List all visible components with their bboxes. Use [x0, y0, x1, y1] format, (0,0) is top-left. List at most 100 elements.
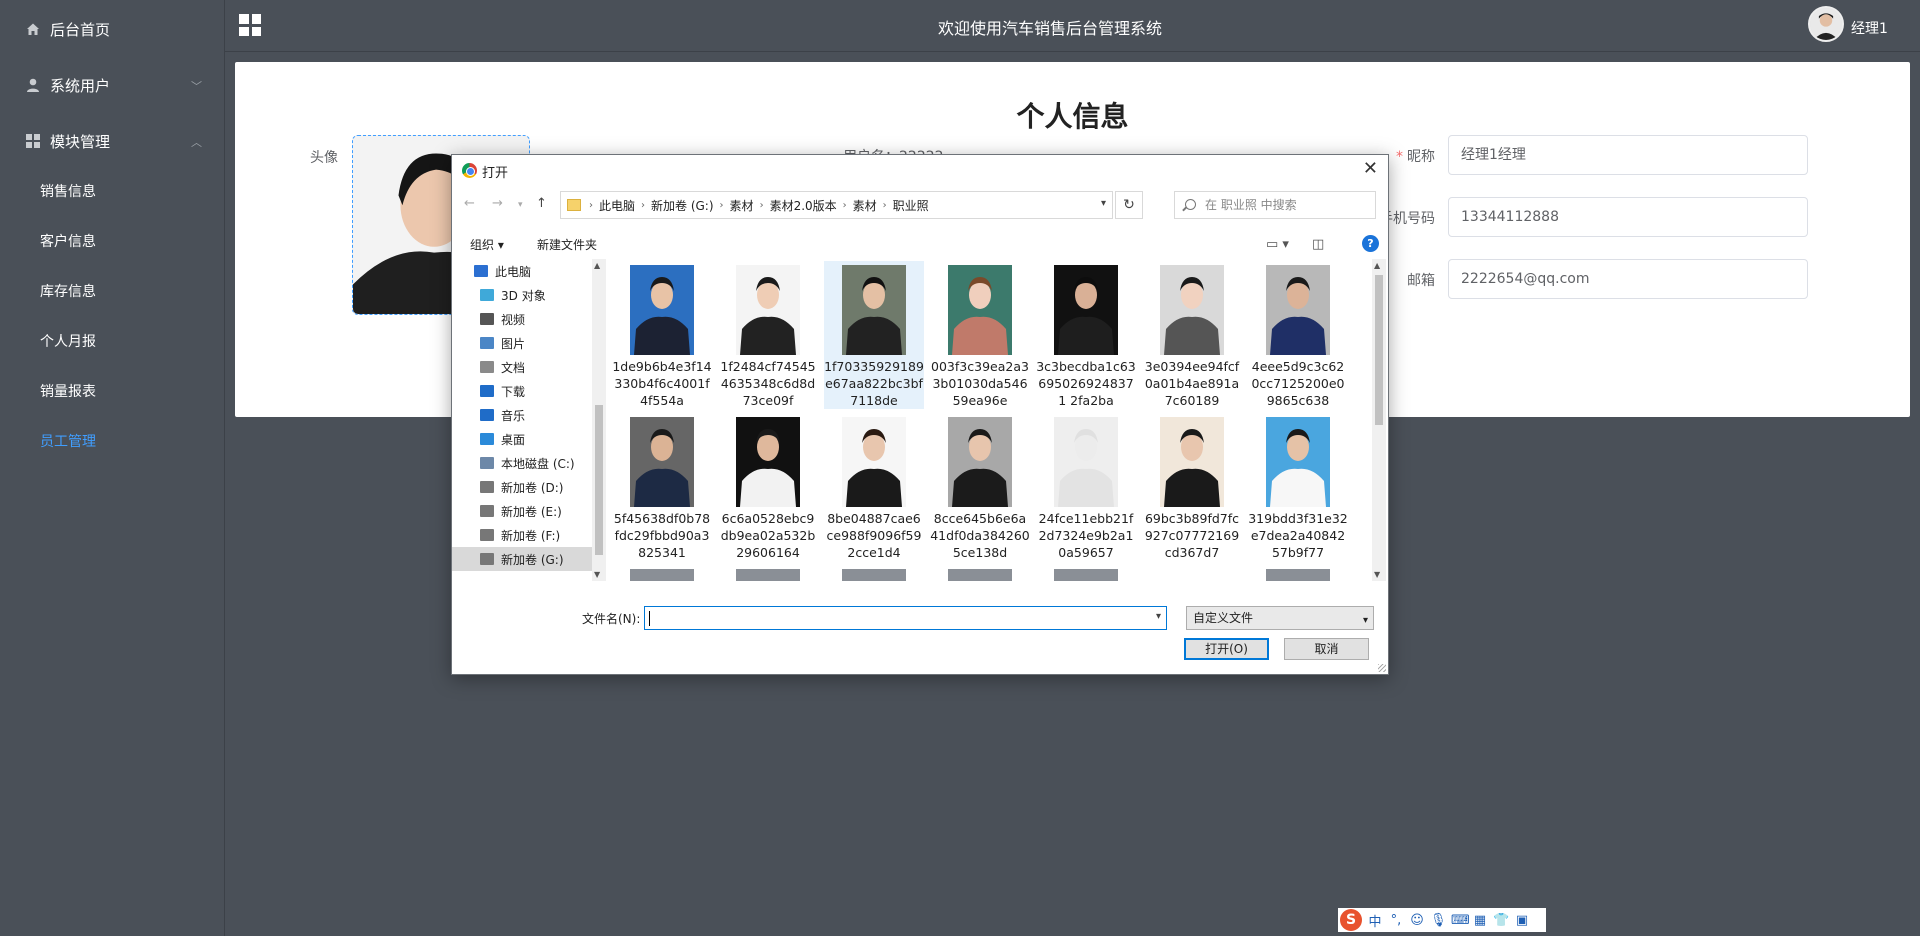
- breadcrumb[interactable]: 素材: [730, 197, 754, 214]
- filename-input[interactable]: ▾: [644, 606, 1167, 630]
- tree-item[interactable]: 视频: [452, 307, 592, 331]
- help-icon[interactable]: ?: [1362, 235, 1379, 252]
- breadcrumb[interactable]: 新加卷 (G:): [651, 197, 714, 214]
- sogou-logo-icon[interactable]: S: [1340, 909, 1362, 931]
- view-mode-icon[interactable]: ▭ ▾: [1266, 237, 1289, 252]
- tree-item[interactable]: 文档: [452, 355, 592, 379]
- sidebar-item-sales-report[interactable]: 销量报表: [0, 366, 224, 416]
- file-item[interactable]: 8be04887cae6ce988f9096f592cce1d4: [824, 413, 924, 561]
- preview-pane-icon[interactable]: ◫: [1312, 237, 1324, 252]
- breadcrumb[interactable]: 职业照: [893, 197, 929, 214]
- file-item[interactable]: [612, 565, 712, 581]
- refresh-icon[interactable]: ↻: [1115, 191, 1143, 219]
- tree-item[interactable]: 新加卷 (D:): [452, 475, 592, 499]
- file-item[interactable]: 69bc3b89fd7fc927c07772169cd367d7: [1142, 413, 1242, 561]
- chevron-right-icon: ›: [589, 199, 593, 211]
- scroll-up-icon[interactable]: ▲: [1374, 261, 1380, 270]
- menu-grid-icon[interactable]: ▣: [1514, 913, 1530, 928]
- file-type-select[interactable]: 自定义文件 ▾: [1186, 606, 1374, 630]
- file-item[interactable]: 3e0394ee94fcf0a01b4ae891a7c60189: [1142, 261, 1242, 409]
- tree-item-label: 新加卷 (E:): [501, 504, 562, 519]
- sidebar-item-sales-info[interactable]: 销售信息: [0, 166, 224, 216]
- tree-item[interactable]: 新加卷 (F:): [452, 523, 592, 547]
- file-item[interactable]: [930, 565, 1030, 581]
- sidebar-item-employee-mgmt[interactable]: 员工管理: [0, 416, 224, 466]
- tree-scrollbar[interactable]: ▲ ▼: [592, 259, 606, 581]
- tree-item[interactable]: 本地磁盘 (C:): [452, 451, 592, 475]
- sidebar-item-monthly-report[interactable]: 个人月报: [0, 316, 224, 366]
- file-thumbnail: [1054, 417, 1118, 507]
- file-item[interactable]: 319bdd3f31e32e7dea2a4084257b9f77: [1248, 413, 1348, 561]
- email-field[interactable]: 2222654@qq.com: [1448, 259, 1808, 299]
- file-thumbnail: [630, 265, 694, 355]
- file-item[interactable]: 24fce11ebb21f2d7324e9b2a10a59657: [1036, 413, 1136, 561]
- tree-item[interactable]: 新加卷 (E:): [452, 499, 592, 523]
- file-item[interactable]: 1f70335929189e67aa822bc3bf7118de: [824, 261, 924, 409]
- emoji-icon[interactable]: ☺: [1409, 913, 1425, 928]
- recent-dropdown-icon[interactable]: ▾: [518, 200, 523, 210]
- file-item[interactable]: [718, 565, 818, 581]
- file-thumbnail: [1054, 569, 1118, 581]
- files-scrollbar[interactable]: ▲ ▼: [1372, 259, 1386, 581]
- sidebar-item-inventory-info[interactable]: 库存信息: [0, 266, 224, 316]
- dialog-titlebar[interactable]: 打开 ✕: [452, 155, 1388, 185]
- sidebar-item-label: 系统用户: [50, 76, 111, 95]
- tree-item[interactable]: 桌面: [452, 427, 592, 451]
- file-item[interactable]: [1036, 565, 1136, 581]
- file-item[interactable]: 5f45638df0b78fdc29fbbd90a3825341: [612, 413, 712, 561]
- address-bar[interactable]: › 此电脑 › 新加卷 (G:) › 素材 › 素材2.0版本 › 素材 › 职…: [560, 191, 1113, 219]
- file-item[interactable]: 1de9b6b4e3f14330b4f6c4001f4f554a: [612, 261, 712, 409]
- punctuation-icon[interactable]: °,: [1388, 913, 1404, 928]
- sidebar-item-module-mgmt[interactable]: 模块管理 ︿: [0, 116, 224, 166]
- microphone-icon[interactable]: 🎙: [1430, 913, 1447, 928]
- file-item[interactable]: 8cce645b6e6a41df0da3842605ce138d: [930, 413, 1030, 561]
- ime-language[interactable]: 中: [1367, 911, 1383, 930]
- tree-item[interactable]: 下载: [452, 379, 592, 403]
- breadcrumb[interactable]: 素材2.0版本: [770, 197, 837, 214]
- forward-arrow-icon[interactable]: →: [492, 196, 503, 211]
- search-input[interactable]: 在 职业照 中搜索: [1174, 191, 1376, 219]
- chevron-down-icon[interactable]: ▾: [1156, 611, 1161, 622]
- phone-field[interactable]: 13344112888: [1448, 197, 1808, 237]
- tree-item[interactable]: 音乐: [452, 403, 592, 427]
- sidebar-item-home[interactable]: 后台首页: [0, 4, 224, 54]
- tree-item[interactable]: 图片: [452, 331, 592, 355]
- scrollbar-thumb[interactable]: [1375, 275, 1383, 425]
- scrollbar-thumb[interactable]: [595, 405, 603, 555]
- file-item[interactable]: 1f2484cf745454635348c6d8d73ce09f: [718, 261, 818, 409]
- breadcrumb[interactable]: 此电脑: [599, 197, 635, 214]
- file-item[interactable]: 6c6a0528ebc9db9ea02a532b29606164: [718, 413, 818, 561]
- file-item[interactable]: 003f3c39ea2a33b01030da54659ea96e: [930, 261, 1030, 409]
- file-item[interactable]: [1248, 565, 1348, 581]
- tree-item[interactable]: 此电脑: [452, 259, 592, 283]
- resize-grip[interactable]: [1378, 664, 1386, 672]
- keyboard-icon[interactable]: ⌨: [1451, 913, 1470, 928]
- file-item[interactable]: 3c3becdba1c636950269248371 2fa2ba: [1036, 261, 1136, 409]
- sidebar-item-system-users[interactable]: 系统用户 ﹀: [0, 60, 224, 110]
- file-item[interactable]: 4eee5d9c3c620cc7125200e09865c638: [1248, 261, 1348, 409]
- organize-button[interactable]: 组织 ▾: [470, 236, 504, 253]
- toolbox-icon[interactable]: ▦: [1472, 913, 1488, 928]
- avatar[interactable]: [1808, 6, 1844, 42]
- chevron-down-icon[interactable]: ▾: [1101, 198, 1106, 209]
- cancel-button[interactable]: 取消: [1284, 638, 1369, 660]
- skin-icon[interactable]: 👕: [1493, 913, 1509, 928]
- tree-item[interactable]: 新加卷 (G:): [452, 547, 592, 571]
- breadcrumb[interactable]: 素材: [853, 197, 877, 214]
- up-arrow-icon[interactable]: ↑: [536, 196, 547, 211]
- close-icon[interactable]: ✕: [1363, 158, 1378, 179]
- tree-item[interactable]: 3D 对象: [452, 283, 592, 307]
- user-name[interactable]: 经理1: [1851, 18, 1888, 38]
- scroll-down-icon[interactable]: ▼: [594, 570, 600, 579]
- scroll-up-icon[interactable]: ▲: [594, 261, 600, 270]
- file-item[interactable]: [824, 565, 924, 581]
- back-arrow-icon[interactable]: ←: [464, 196, 475, 211]
- nickname-field[interactable]: 经理1经理: [1448, 135, 1808, 175]
- scroll-down-icon[interactable]: ▼: [1374, 570, 1380, 579]
- folder-icon: [480, 457, 494, 469]
- open-button[interactable]: 打开(O): [1184, 638, 1269, 660]
- chevron-right-icon: ›: [882, 199, 887, 211]
- sidebar-item-customer-info[interactable]: 客户信息: [0, 216, 224, 266]
- folder-icon: [567, 199, 581, 211]
- new-folder-button[interactable]: 新建文件夹: [537, 236, 597, 253]
